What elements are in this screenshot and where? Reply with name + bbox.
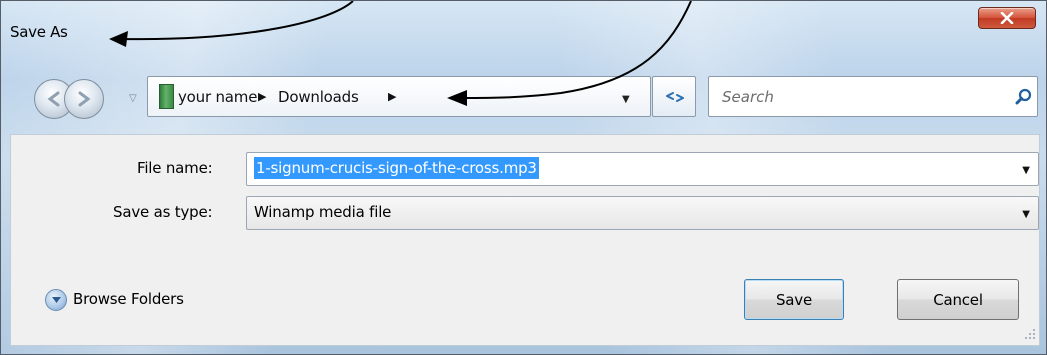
arrowhead-icon bbox=[109, 31, 128, 47]
save-type-value: Winamp media file bbox=[254, 203, 392, 221]
close-icon bbox=[1000, 12, 1014, 24]
file-name-dropdown-icon[interactable]: ▼ bbox=[1022, 165, 1030, 176]
save-as-dialog: Save As ▽ your name ▶ Downloads ▶ ▼ Sear… bbox=[0, 0, 1047, 355]
recent-pages-dropdown-icon[interactable]: ▽ bbox=[129, 93, 137, 104]
refresh-button[interactable] bbox=[652, 76, 696, 117]
folder-icon bbox=[159, 84, 174, 109]
breadcrumb-separator-icon[interactable]: ▶ bbox=[258, 90, 266, 103]
save-type-dropdown-icon[interactable]: ▼ bbox=[1022, 209, 1030, 220]
forward-button[interactable] bbox=[64, 79, 104, 119]
breadcrumb-separator-icon[interactable]: ▶ bbox=[388, 90, 396, 103]
save-type-label: Save as type: bbox=[113, 203, 213, 221]
close-button[interactable] bbox=[978, 7, 1036, 29]
browse-folders-toggle[interactable] bbox=[45, 289, 67, 311]
breadcrumb-your-name[interactable]: your name bbox=[178, 88, 257, 106]
search-placeholder: Search bbox=[722, 88, 774, 106]
save-button[interactable]: Save bbox=[744, 279, 844, 320]
back-arrow-icon bbox=[47, 91, 60, 107]
address-dropdown-icon[interactable]: ▼ bbox=[622, 94, 630, 105]
file-form-panel: File name: 1-signum-crucis-sign-of-the-c… bbox=[10, 134, 1040, 346]
resize-grip-icon[interactable] bbox=[1024, 328, 1036, 340]
forward-arrow-icon bbox=[78, 91, 91, 107]
cancel-button[interactable]: Cancel bbox=[897, 279, 1019, 320]
browse-folders-label[interactable]: Browse Folders bbox=[73, 290, 184, 308]
file-name-label: File name: bbox=[137, 159, 213, 177]
file-name-field[interactable]: 1-signum-crucis-sign-of-the-cross.mp3 ▼ bbox=[246, 152, 1039, 186]
search-icon[interactable] bbox=[1015, 88, 1033, 106]
save-type-select[interactable]: Winamp media file ▼ bbox=[246, 196, 1039, 230]
file-name-value[interactable]: 1-signum-crucis-sign-of-the-cross.mp3 bbox=[254, 157, 539, 179]
refresh-icon bbox=[666, 92, 684, 102]
search-input[interactable]: Search bbox=[708, 76, 1038, 117]
window-title: Save As bbox=[10, 23, 68, 41]
breadcrumb-downloads[interactable]: Downloads bbox=[278, 88, 359, 106]
chevron-down-icon bbox=[52, 297, 61, 303]
address-bar[interactable]: your name ▶ Downloads ▶ ▼ bbox=[147, 76, 651, 117]
